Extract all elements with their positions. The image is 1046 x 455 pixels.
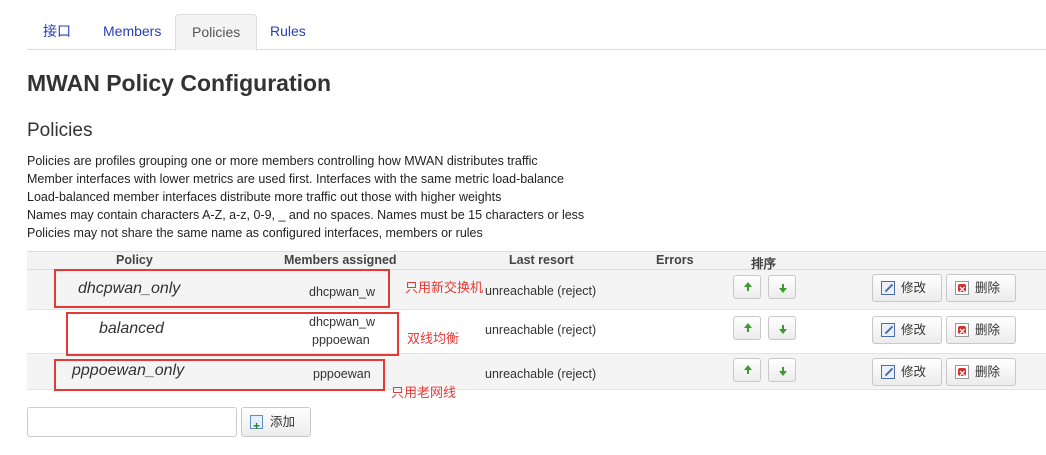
- table-header: Policy Members assigned Last resort Erro…: [27, 251, 1046, 271]
- arrow-down-icon: [779, 288, 787, 293]
- edit-icon: [881, 281, 895, 295]
- move-down-button[interactable]: [768, 316, 796, 340]
- move-down-button[interactable]: [768, 358, 796, 382]
- annotation-box: [54, 359, 385, 391]
- arrow-down-icon: [779, 371, 787, 376]
- header-policy: Policy: [116, 253, 153, 267]
- tab-policies[interactable]: Policies: [175, 14, 258, 51]
- header-members: Members assigned: [284, 253, 397, 267]
- annotation-box: [54, 269, 390, 308]
- last-resort: unreachable (reject): [485, 367, 597, 381]
- annotation-note: 只用新交换机: [405, 280, 484, 295]
- edit-button[interactable]: 修改: [872, 316, 942, 344]
- annotation-note: 只用老网线: [391, 385, 457, 400]
- move-up-button[interactable]: [733, 275, 761, 299]
- tab-rules[interactable]: Rules: [254, 14, 322, 50]
- last-resort: unreachable (reject): [485, 284, 597, 298]
- last-resort: unreachable (reject): [485, 323, 597, 337]
- add-icon: [250, 412, 263, 440]
- add-button[interactable]: 添加: [241, 407, 311, 440]
- page-title: MWAN Policy Configuration: [27, 70, 332, 96]
- section-description: Policies are profiles grouping one or mo…: [27, 152, 584, 242]
- edit-icon: [881, 365, 895, 379]
- move-down-button[interactable]: [768, 275, 796, 299]
- tab-bar: 接口 Members Policies Rules: [27, 14, 1046, 51]
- delete-icon: [955, 319, 969, 345]
- move-up-button[interactable]: [733, 316, 761, 340]
- header-errors: Errors: [656, 253, 694, 267]
- delete-button[interactable]: 删除: [946, 274, 1016, 303]
- new-policy-input[interactable]: [27, 407, 237, 437]
- annotation-box: [66, 312, 399, 356]
- edit-icon: [881, 323, 895, 337]
- delete-button[interactable]: 删除: [946, 358, 1016, 387]
- description-line: Member interfaces with lower metrics are…: [27, 172, 565, 186]
- description-line: Policies are profiles grouping one or mo…: [27, 154, 538, 168]
- annotation-note: 双线均衡: [407, 331, 460, 346]
- edit-button[interactable]: 修改: [872, 358, 942, 386]
- move-up-button[interactable]: [733, 358, 761, 382]
- description-line: Load-balanced member interfaces distribu…: [27, 190, 502, 204]
- arrow-down-icon: [779, 329, 787, 334]
- description-line: Names may contain characters A-Z, a-z, 0…: [27, 208, 585, 222]
- tab-interfaces[interactable]: 接口: [27, 14, 87, 50]
- tab-members[interactable]: Members: [87, 14, 177, 50]
- edit-button[interactable]: 修改: [872, 274, 942, 302]
- description-line: Policies may not share the same name as …: [27, 226, 483, 240]
- header-last-resort: Last resort: [509, 253, 574, 267]
- delete-icon: [955, 361, 969, 387]
- delete-button[interactable]: 删除: [946, 316, 1016, 345]
- section-title: Policies: [27, 120, 93, 141]
- delete-icon: [955, 277, 969, 303]
